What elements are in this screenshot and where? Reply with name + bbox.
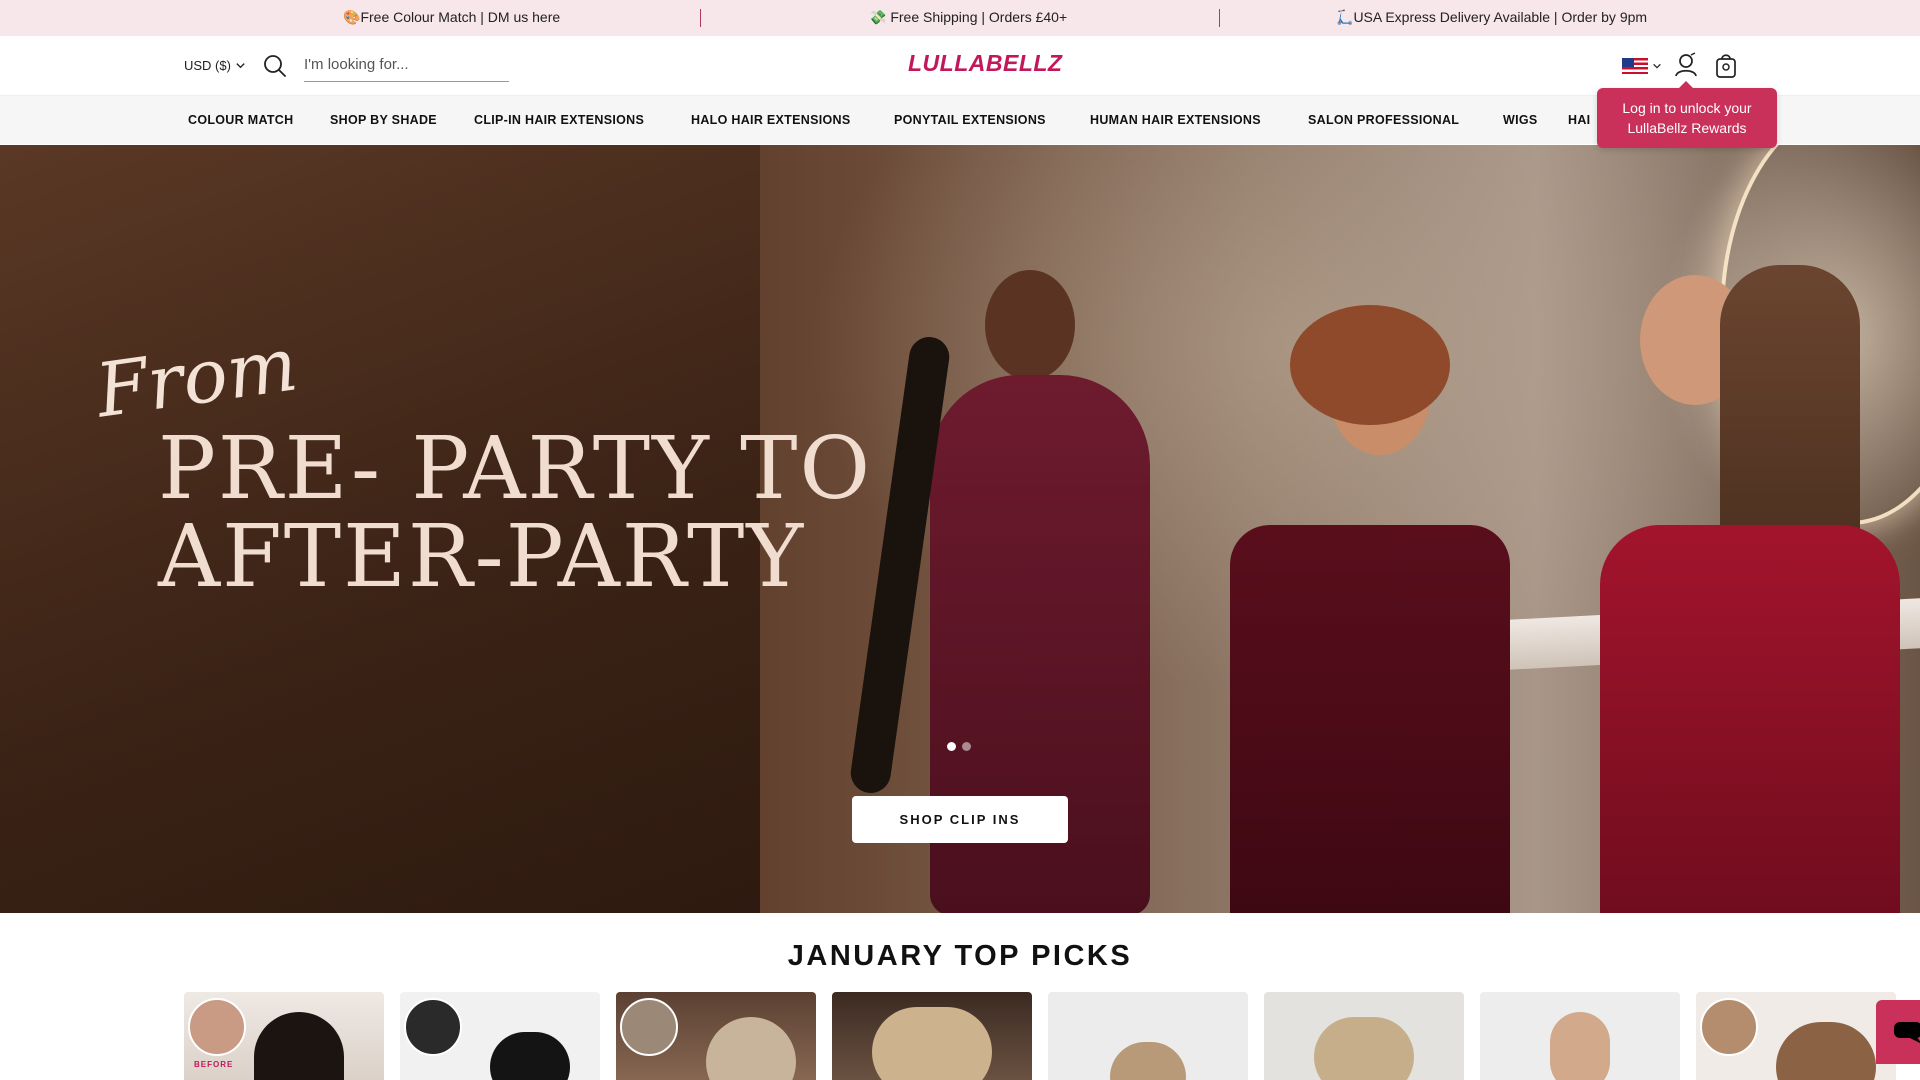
money-icon: 💸 — [869, 9, 887, 25]
announcement-free-shipping[interactable]: 💸 Free Shipping | Orders £40+ — [869, 0, 1067, 36]
before-avatar — [188, 998, 246, 1056]
hero-title-line-1: PRE- PARTY TO — [158, 419, 873, 519]
announcement-bar: 🎨Free Colour Match | DM us here 💸 Free S… — [0, 0, 1920, 36]
product-image — [1110, 1042, 1186, 1080]
product-image — [1776, 1022, 1876, 1080]
tooltip-line-2: LullaBellz Rewards — [1627, 120, 1747, 136]
product-card[interactable] — [1264, 992, 1464, 1080]
product-card[interactable] — [400, 992, 600, 1080]
hero-model-1-head — [985, 270, 1075, 380]
hero-model-3-dress — [1600, 525, 1900, 913]
scooter-icon: 🛴 — [1336, 9, 1354, 25]
hero-model-2-hair — [1290, 305, 1450, 425]
nav-item-colour-match[interactable]: COLOUR MATCH — [188, 96, 293, 144]
before-avatar — [1700, 998, 1758, 1056]
nav-item-clip-in[interactable]: CLIP-IN HAIR EXTENSIONS — [474, 96, 644, 144]
product-image — [254, 1012, 344, 1080]
product-card[interactable] — [832, 992, 1032, 1080]
product-image — [490, 1032, 570, 1080]
product-card[interactable] — [1048, 992, 1248, 1080]
product-image — [872, 1007, 992, 1080]
product-card[interactable] — [1480, 992, 1680, 1080]
shop-clip-ins-button[interactable]: SHOP CLIP INS — [852, 796, 1068, 843]
announcement-divider — [700, 9, 701, 27]
search-input[interactable] — [304, 48, 509, 81]
announcement-text: Free Colour Match | DM us here — [360, 9, 561, 25]
search-field-wrapper — [304, 48, 509, 82]
top-picks-carousel: BEFORE — [184, 992, 1920, 1080]
shopping-bag-icon[interactable] — [1713, 51, 1739, 79]
announcement-text: USA Express Delivery Available | Order b… — [1353, 9, 1648, 25]
hero-title-line-2: AFTER-PARTY — [158, 507, 806, 607]
search-icon[interactable] — [262, 53, 288, 79]
currency-label: USD ($) — [184, 58, 231, 73]
rewards-tooltip[interactable]: Log in to unlock your LullaBellz Rewards — [1597, 81, 1777, 148]
announcement-usa-express[interactable]: 🛴USA Express Delivery Available | Order … — [1336, 0, 1647, 36]
country-selector[interactable] — [1622, 58, 1662, 74]
carousel-dot-2[interactable] — [962, 742, 971, 751]
nav-item-shop-by-shade[interactable]: SHOP BY SHADE — [330, 96, 437, 144]
announcement-text: Free Shipping | Orders £40+ — [886, 9, 1068, 25]
announcement-colour-match[interactable]: 🎨Free Colour Match | DM us here — [343, 0, 560, 36]
hero-title: PRE- PARTY TO AFTER-PARTY — [158, 425, 872, 601]
palette-icon: 🎨 — [343, 9, 361, 25]
product-card[interactable] — [616, 992, 816, 1080]
hero-banner: From PRE- PARTY TO AFTER-PARTY SHOP CLIP… — [0, 145, 1920, 913]
before-label: BEFORE — [194, 1060, 234, 1069]
announcement-divider — [1219, 9, 1220, 27]
nav-item-human-hair[interactable]: HUMAN HAIR EXTENSIONS — [1090, 96, 1261, 144]
nav-item-wigs[interactable]: WIGS — [1503, 96, 1538, 144]
carousel-dot-1[interactable] — [947, 742, 956, 751]
hero-carousel-dots — [947, 742, 971, 751]
product-image — [706, 1017, 796, 1080]
account-icon[interactable] — [1672, 51, 1700, 79]
hero-model-2-dress — [1230, 525, 1510, 913]
site-header: USD ($) LULLABELLZ — [0, 36, 1920, 96]
before-avatar — [404, 998, 462, 1056]
nav-item-hair-more[interactable]: HAI — [1568, 96, 1590, 144]
chevron-down-icon — [1653, 63, 1661, 69]
chevron-down-icon — [236, 63, 245, 69]
chat-widget-button[interactable] — [1876, 1000, 1920, 1064]
nav-item-halo[interactable]: HALO HAIR EXTENSIONS — [691, 96, 851, 144]
nav-item-ponytail[interactable]: PONYTAIL EXTENSIONS — [894, 96, 1046, 144]
product-card[interactable]: BEFORE — [184, 992, 384, 1080]
top-picks-title: JANUARY TOP PICKS — [787, 940, 1133, 972]
before-avatar — [620, 998, 678, 1056]
product-card[interactable] — [1696, 992, 1896, 1080]
chat-bubble-icon — [1894, 1022, 1920, 1043]
nav-item-salon-professional[interactable]: SALON PROFESSIONAL — [1308, 96, 1459, 144]
product-image — [1314, 1017, 1414, 1080]
product-image — [1550, 1012, 1610, 1080]
site-logo[interactable]: LULLABELLZ — [908, 50, 1062, 77]
tooltip-line-1: Log in to unlock your — [1622, 100, 1752, 116]
us-flag-icon — [1622, 58, 1648, 74]
currency-selector[interactable]: USD ($) — [184, 58, 246, 73]
